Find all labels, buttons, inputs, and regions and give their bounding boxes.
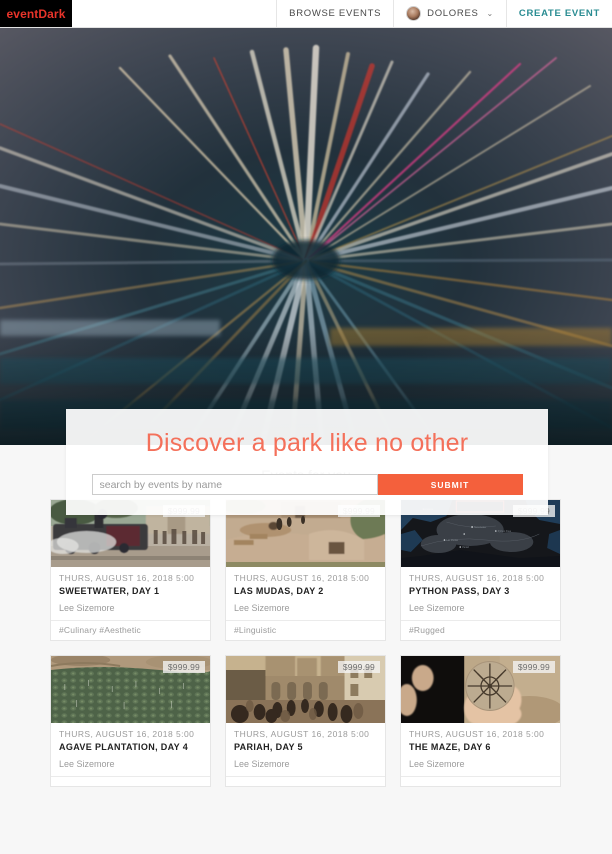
event-tags: #Culinary #Aesthetic bbox=[51, 620, 210, 640]
top-navbar: eventDark BROWSE EVENTS DOLORES ⌄ CREATE… bbox=[0, 0, 612, 28]
event-card[interactable]: SweetwaterLas Mudas PariahPython Pass Es… bbox=[400, 499, 561, 641]
event-title: PARIAH, DAY 5 bbox=[234, 742, 303, 752]
event-tags bbox=[51, 776, 210, 786]
search-input[interactable] bbox=[91, 474, 378, 495]
navbar-spacer bbox=[72, 0, 276, 27]
browse-events-link[interactable]: BROWSE EVENTS bbox=[276, 0, 393, 27]
event-date: THURS, AUGUST 16, 2018 5:00 bbox=[409, 573, 545, 583]
event-price: $999.99 bbox=[162, 661, 205, 673]
event-date: THURS, AUGUST 16, 2018 5:00 bbox=[234, 729, 370, 739]
event-card[interactable]: $999.99 THURS, AUGUST 16, 2018 5:00 SWEE… bbox=[50, 499, 211, 641]
event-date: THURS, AUGUST 16, 2018 5:00 bbox=[59, 573, 195, 583]
event-author: Lee Sizemore bbox=[409, 759, 465, 769]
event-card-body: THURS, AUGUST 16, 2018 5:00 PYTHON PASS,… bbox=[401, 567, 560, 620]
event-title: PYTHON PASS, DAY 3 bbox=[409, 586, 510, 596]
event-author: Lee Sizemore bbox=[234, 603, 290, 613]
event-title: THE MAZE, DAY 6 bbox=[409, 742, 491, 752]
event-author: Lee Sizemore bbox=[234, 759, 290, 769]
event-author: Lee Sizemore bbox=[59, 603, 115, 613]
hero-banner bbox=[0, 28, 612, 445]
user-menu[interactable]: DOLORES ⌄ bbox=[393, 0, 506, 27]
event-card[interactable]: $999.99 THURS, AUGUST 16, 2018 5:00 LAS … bbox=[225, 499, 386, 641]
event-price: $999.99 bbox=[512, 661, 555, 673]
event-author: Lee Sizemore bbox=[409, 603, 465, 613]
brand-logo[interactable]: eventDark bbox=[0, 0, 72, 27]
event-tags bbox=[226, 776, 385, 786]
event-date: THURS, AUGUST 16, 2018 5:00 bbox=[409, 729, 545, 739]
search-row: SUBMIT bbox=[91, 474, 523, 495]
event-tags: #Linguistic bbox=[226, 620, 385, 640]
hero-image-city-lights-zoom-burst bbox=[0, 28, 612, 445]
submit-button[interactable]: SUBMIT bbox=[377, 474, 523, 495]
event-tags: #Rugged bbox=[401, 620, 560, 640]
event-date: THURS, AUGUST 16, 2018 5:00 bbox=[234, 573, 370, 583]
event-card[interactable]: $999.99 THURS, AUGUST 16, 2018 5:00 THE … bbox=[400, 655, 561, 787]
create-event-link[interactable]: CREATE EVENT bbox=[505, 0, 612, 27]
chevron-down-icon: ⌄ bbox=[486, 9, 494, 18]
event-card-body: THURS, AUGUST 16, 2018 5:00 LAS MUDAS, D… bbox=[226, 567, 385, 620]
event-date: THURS, AUGUST 16, 2018 5:00 bbox=[59, 729, 195, 739]
event-card-body: THURS, AUGUST 16, 2018 5:00 SWEETWATER, … bbox=[51, 567, 210, 620]
event-card-image: $999.99 bbox=[226, 656, 385, 723]
event-card-image: $999.99 bbox=[401, 656, 560, 723]
event-card-image: $999.99 bbox=[51, 656, 210, 723]
navbar-actions: BROWSE EVENTS DOLORES ⌄ CREATE EVENT bbox=[276, 0, 612, 27]
event-title: AGAVE PLANTATION, DAY 4 bbox=[59, 742, 189, 752]
event-card-body: THURS, AUGUST 16, 2018 5:00 AGAVE PLANTA… bbox=[51, 723, 210, 776]
event-card[interactable]: $999.99 THURS, AUGUST 16, 2018 5:00 AGAV… bbox=[50, 655, 211, 787]
hero-title: Discover a park like no other bbox=[145, 429, 469, 457]
event-author: Lee Sizemore bbox=[59, 759, 115, 769]
svg-text:Pariah: Pariah bbox=[462, 546, 469, 549]
event-card-body: THURS, AUGUST 16, 2018 5:00 THE MAZE, DA… bbox=[401, 723, 560, 776]
event-tags bbox=[401, 776, 560, 786]
svg-text:Las Mudas: Las Mudas bbox=[446, 539, 458, 542]
events-grid: $999.99 THURS, AUGUST 16, 2018 5:00 SWEE… bbox=[50, 499, 562, 787]
hero-search-card: Discover a park like no other SUBMIT bbox=[66, 409, 548, 515]
event-title: SWEETWATER, DAY 1 bbox=[59, 586, 160, 596]
event-card[interactable]: $999.99 THURS, AUGUST 16, 2018 5:00 PARI… bbox=[225, 655, 386, 787]
user-menu-label: DOLORES bbox=[427, 8, 479, 19]
event-price: $999.99 bbox=[337, 661, 380, 673]
avatar bbox=[406, 6, 422, 21]
event-card-body: THURS, AUGUST 16, 2018 5:00 PARIAH, DAY … bbox=[226, 723, 385, 776]
svg-text:Sweetwater: Sweetwater bbox=[474, 526, 487, 529]
svg-text:Python Pass: Python Pass bbox=[498, 530, 512, 533]
event-title: LAS MUDAS, DAY 2 bbox=[234, 586, 324, 596]
